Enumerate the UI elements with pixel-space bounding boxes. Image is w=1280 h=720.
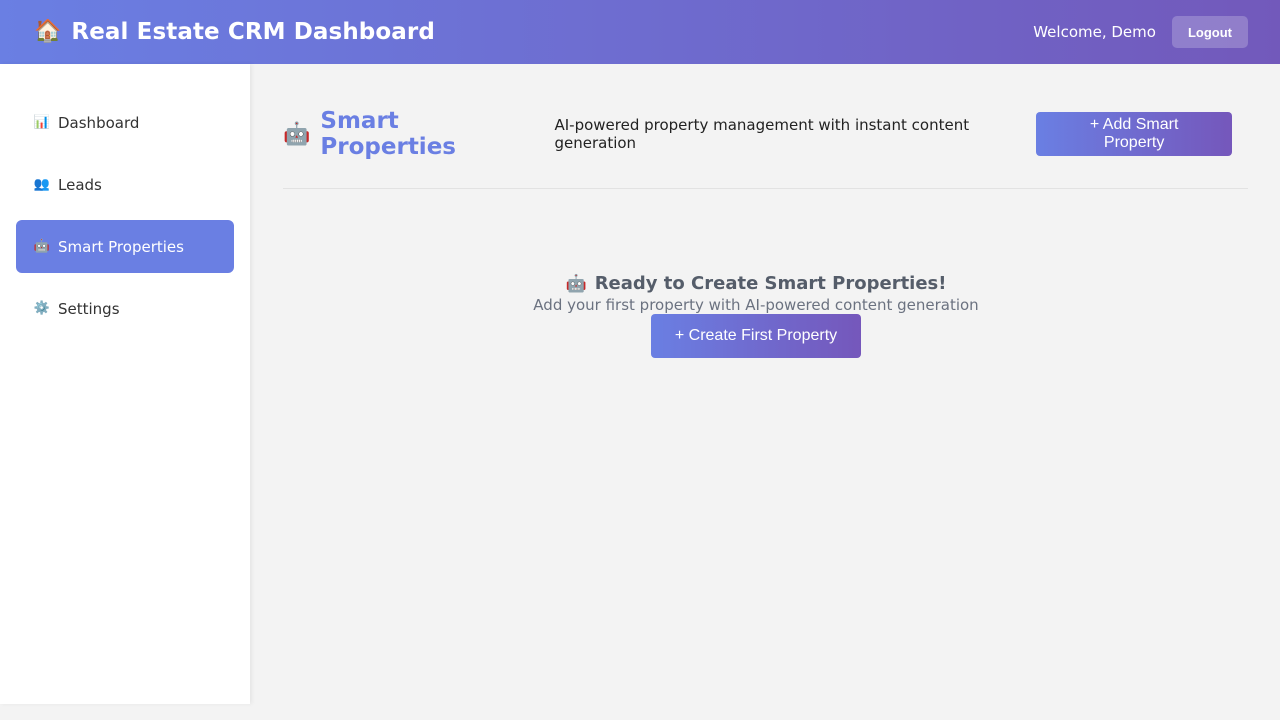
app-title: Real Estate CRM Dashboard xyxy=(71,19,435,45)
sidebar-item-label: Dashboard xyxy=(58,113,140,132)
sidebar-item-label: Smart Properties xyxy=(58,237,184,256)
divider xyxy=(283,188,1248,189)
robot-icon: 🤖 xyxy=(33,239,51,254)
house-icon: 🏠 xyxy=(34,19,62,44)
people-icon: 👥 xyxy=(33,177,51,192)
sidebar: 📊 Dashboard 👥 Leads 🤖 Smart Properties ⚙… xyxy=(0,64,250,704)
header-user-area: Welcome, Demo Logout xyxy=(1033,16,1248,48)
empty-state-title: 🤖 Ready to Create Smart Properties! xyxy=(566,273,947,294)
sidebar-item-settings[interactable]: ⚙️ Settings xyxy=(16,282,234,335)
page-header: 🤖 Smart Properties AI-powered property m… xyxy=(283,108,1248,160)
robot-icon: 🤖 xyxy=(283,121,311,147)
sidebar-item-label: Leads xyxy=(58,175,102,194)
bar-chart-icon: 📊 xyxy=(33,115,51,130)
robot-icon: 🤖 xyxy=(565,273,587,294)
empty-state-title-text: Ready to Create Smart Properties! xyxy=(594,273,947,294)
create-first-property-button[interactable]: + Create First Property xyxy=(650,314,862,358)
page-header-left: 🤖 Smart Properties AI-powered property m… xyxy=(283,108,1036,160)
sidebar-item-leads[interactable]: 👥 Leads xyxy=(16,158,234,211)
empty-state: 🤖 Ready to Create Smart Properties! Add … xyxy=(283,273,1229,358)
gear-icon: ⚙️ xyxy=(33,301,51,316)
sidebar-item-dashboard[interactable]: 📊 Dashboard xyxy=(16,96,234,149)
brand: 🏠 Real Estate CRM Dashboard xyxy=(34,19,435,45)
page-title: 🤖 Smart Properties xyxy=(283,108,532,160)
empty-state-subtitle: Add your first property with AI-powered … xyxy=(533,296,979,314)
sidebar-item-label: Settings xyxy=(58,299,120,318)
page-subtitle: AI-powered property management with inst… xyxy=(554,116,970,152)
welcome-text: Welcome, Demo xyxy=(1033,23,1156,41)
add-smart-property-button[interactable]: + Add Smart Property xyxy=(1036,112,1232,156)
logout-button[interactable]: Logout xyxy=(1171,16,1248,48)
page-title-text: Smart Properties xyxy=(320,108,456,160)
sidebar-item-smart-properties[interactable]: 🤖 Smart Properties xyxy=(16,220,234,273)
main-content: 🤖 Smart Properties AI-powered property m… xyxy=(250,64,1280,720)
top-header: 🏠 Real Estate CRM Dashboard Welcome, Dem… xyxy=(0,0,1280,64)
